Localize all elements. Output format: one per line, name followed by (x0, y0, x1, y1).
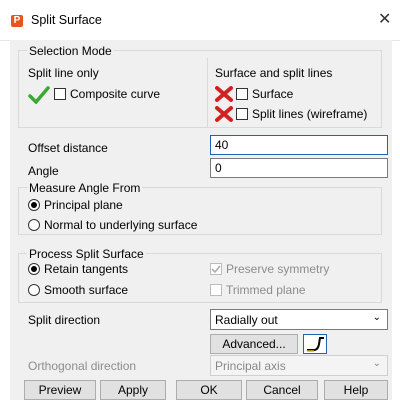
surface-checkbox[interactable] (236, 88, 248, 100)
offset-distance-input[interactable] (210, 135, 388, 155)
green-check-icon (28, 86, 50, 104)
orthogonal-direction-label: Orthogonal direction (28, 359, 137, 373)
preview-button[interactable]: Preview (24, 380, 96, 400)
orthogonal-direction-value: Principal axis (215, 359, 286, 373)
help-button[interactable]: Help (324, 380, 388, 400)
smooth-surface-radio[interactable] (28, 284, 40, 296)
angle-input[interactable] (210, 158, 388, 178)
close-icon[interactable]: ✕ (378, 9, 391, 29)
window-title: Split Surface (31, 13, 102, 27)
cancel-button[interactable]: Cancel (246, 380, 318, 400)
selection-mode-legend: Selection Mode (27, 44, 114, 58)
preserve-symmetry-label: Preserve symmetry (226, 262, 330, 276)
angle-label: Angle (28, 164, 59, 178)
red-cross-icon (215, 106, 233, 122)
principal-plane-radio[interactable] (28, 199, 40, 211)
normal-surface-radio[interactable] (28, 219, 40, 231)
check-mark-icon (211, 265, 221, 274)
composite-curve-label: Composite curve (70, 87, 161, 101)
red-cross-icon (215, 86, 233, 102)
split-lines-label: Split lines (wireframe) (252, 107, 368, 121)
process-split-legend: Process Split Surface (27, 247, 146, 261)
curve-profile-icon (307, 337, 324, 352)
divider (207, 58, 208, 128)
surface-split-lines-label: Surface and split lines (215, 66, 333, 80)
split-lines-checkbox[interactable] (236, 108, 248, 120)
apply-button[interactable]: Apply (100, 380, 166, 400)
split-direction-label: Split direction (28, 313, 101, 327)
offset-distance-label: Offset distance (28, 141, 108, 155)
trimmed-plane-label: Trimmed plane (226, 283, 306, 297)
measure-angle-legend: Measure Angle From (27, 181, 143, 195)
advanced-button[interactable]: Advanced... (210, 334, 298, 354)
chevron-down-icon: ⌄ (372, 358, 381, 369)
split-line-only-label: Split line only (28, 66, 99, 80)
orthogonal-direction-select[interactable]: Principal axis ⌄ (210, 355, 388, 376)
normal-surface-label: Normal to underlying surface (44, 218, 198, 232)
principal-plane-label: Principal plane (44, 198, 123, 212)
retain-tangents-label: Retain tangents (44, 262, 129, 276)
chevron-down-icon: ⌄ (372, 312, 381, 323)
trimmed-plane-checkbox[interactable] (210, 284, 222, 296)
smooth-surface-label: Smooth surface (44, 283, 129, 297)
ok-button[interactable]: OK (176, 380, 242, 400)
split-direction-select[interactable]: Radially out ⌄ (210, 309, 388, 330)
retain-tangents-radio[interactable] (28, 263, 40, 275)
curve-profile-button[interactable] (303, 334, 327, 354)
composite-curve-checkbox[interactable] (54, 88, 66, 100)
surface-label: Surface (252, 87, 294, 101)
split-direction-value: Radially out (215, 313, 278, 327)
app-icon: P (11, 15, 23, 27)
